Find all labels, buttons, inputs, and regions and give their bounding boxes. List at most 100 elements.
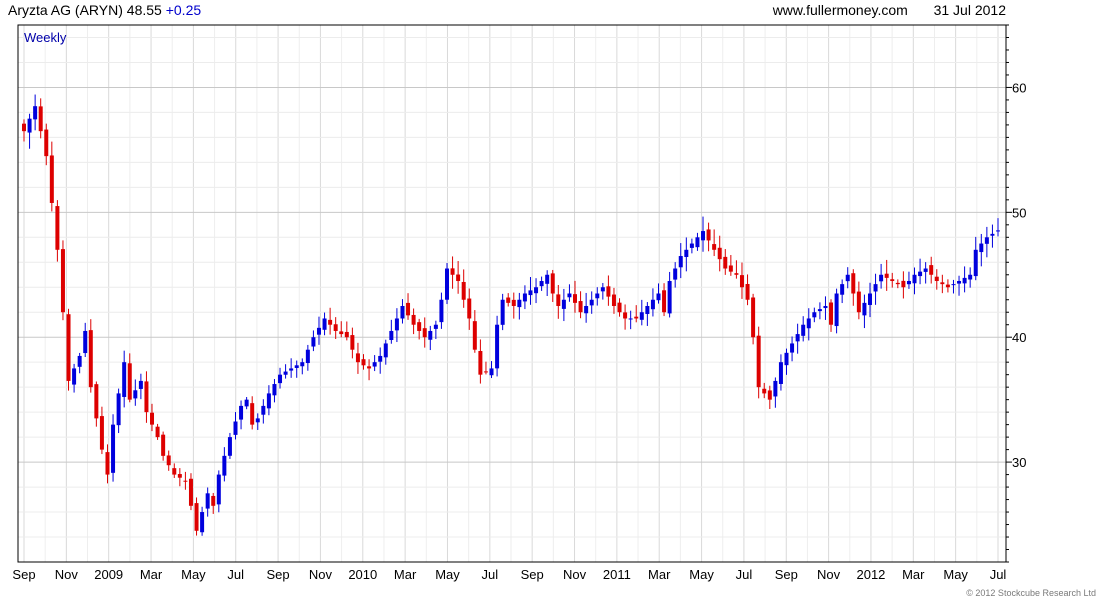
candle-body: [556, 294, 561, 306]
candle-body: [734, 273, 739, 275]
candle-body: [584, 305, 589, 314]
x-tick-label: Jul: [990, 567, 1007, 582]
candle-body: [845, 274, 850, 282]
candle-body: [205, 493, 210, 509]
x-tick-label: 2011: [603, 567, 631, 582]
candle-body: [255, 418, 260, 423]
candle-body: [561, 299, 566, 309]
candle-body: [294, 365, 299, 368]
candle-body: [278, 374, 283, 384]
candle-body: [528, 290, 533, 296]
candle-body: [545, 274, 550, 284]
candle-body: [444, 268, 449, 300]
candle-body: [311, 337, 316, 347]
candle-body: [595, 293, 600, 299]
candle-body: [906, 281, 911, 285]
candle-body: [489, 368, 494, 376]
candle-body: [834, 293, 839, 327]
candle-body: [767, 390, 772, 400]
candle-body: [984, 237, 989, 244]
candle-body: [522, 293, 527, 302]
candle-body: [695, 237, 700, 248]
candle-body: [979, 243, 984, 253]
x-tick-label: Jul: [227, 567, 244, 582]
candle-body: [873, 284, 878, 292]
candle-body: [227, 437, 232, 456]
x-tick-label: Jul: [482, 567, 499, 582]
candle-body: [261, 405, 266, 415]
candle-body: [723, 256, 728, 269]
candle-body: [684, 249, 689, 258]
candle-body: [751, 297, 756, 338]
candle-body: [957, 281, 962, 284]
candle-body: [701, 231, 706, 241]
candle-body: [951, 284, 956, 286]
x-tick-label: Jul: [736, 567, 753, 582]
candle-body: [739, 275, 744, 288]
candle-body: [778, 362, 783, 384]
candle-body: [756, 335, 761, 388]
y-tick-label: 50: [1012, 205, 1026, 220]
candle-body: [890, 279, 895, 282]
candle-body: [823, 305, 828, 309]
copyright-notice: © 2012 Stockcube Research Ltd: [966, 588, 1096, 598]
candle-body: [283, 371, 288, 375]
candle-body: [305, 349, 310, 364]
candle-body: [539, 281, 544, 287]
x-tick-label: Nov: [563, 567, 587, 582]
candle-body: [194, 503, 199, 531]
candle-body: [428, 330, 433, 340]
candle-body: [233, 421, 238, 435]
candle-body: [678, 256, 683, 268]
x-tick-label: May: [435, 567, 460, 582]
candle-body: [94, 384, 99, 419]
x-tick-label: Sep: [12, 567, 35, 582]
candle-body: [55, 206, 60, 250]
candle-body: [973, 249, 978, 277]
candle-body: [105, 452, 110, 475]
candle-body: [773, 380, 778, 397]
candle-body: [550, 273, 555, 294]
candle-body: [456, 274, 461, 282]
candle-body: [172, 468, 177, 475]
candle-body: [406, 302, 411, 316]
candle-body: [840, 284, 845, 295]
candle-body: [60, 249, 65, 313]
candle-body: [49, 155, 54, 203]
candle-body: [968, 274, 973, 280]
candle-body: [495, 324, 500, 369]
candle-body: [806, 318, 811, 329]
candle-body: [801, 324, 806, 336]
candle-body: [784, 352, 789, 366]
x-tick-label: Mar: [394, 567, 417, 582]
candle-body: [133, 390, 138, 399]
candle-body: [27, 118, 32, 133]
candle-body: [77, 355, 82, 367]
candle-body: [250, 403, 255, 425]
candle-body: [339, 331, 344, 335]
candle-body: [355, 353, 360, 363]
candle-body: [155, 426, 160, 438]
candle-body: [433, 324, 438, 329]
candle-body: [472, 321, 477, 350]
candle-body: [138, 380, 143, 389]
candle-body: [150, 412, 155, 425]
y-tick-label: 40: [1012, 330, 1026, 345]
candle-body: [745, 283, 750, 300]
candle-body: [534, 287, 539, 294]
candle-body: [400, 305, 405, 319]
candle-body: [33, 106, 38, 120]
period-label: Weekly: [24, 30, 67, 45]
candle-body: [795, 334, 800, 342]
x-tick-label: Sep: [775, 567, 798, 582]
candle-body: [996, 230, 1000, 232]
candle-body: [940, 282, 945, 285]
candle-body: [72, 368, 77, 385]
candle-body: [673, 268, 678, 280]
candle-body: [667, 281, 672, 314]
candle-body: [88, 330, 93, 388]
candle-body: [929, 265, 934, 275]
candle-body: [316, 327, 321, 335]
candle-body: [706, 229, 711, 241]
candle-body: [483, 371, 488, 373]
